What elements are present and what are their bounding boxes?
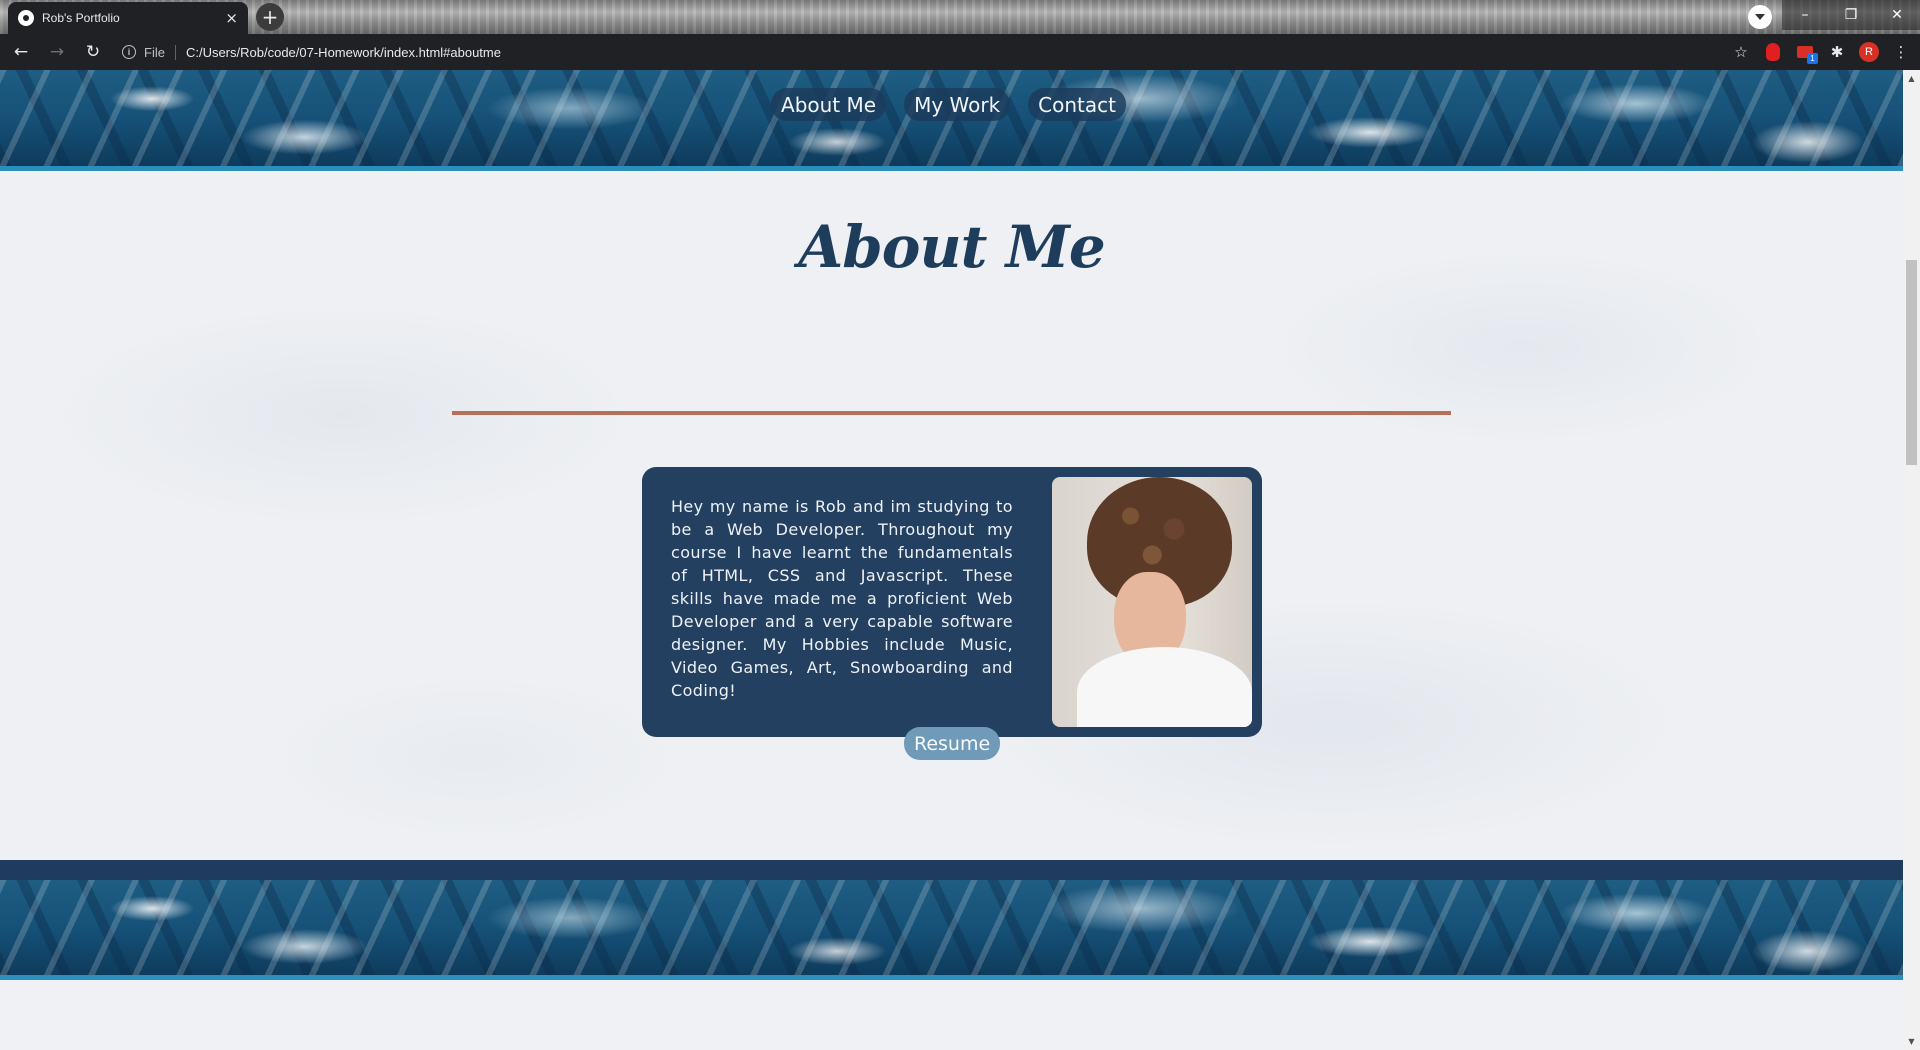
scroll-up-icon[interactable]: ▲: [1903, 70, 1920, 87]
address-bar[interactable]: i File C:/Users/Rob/code/07-Homework/ind…: [122, 38, 1725, 66]
url-text[interactable]: C:/Users/Rob/code/07-Homework/index.html…: [186, 45, 501, 60]
about-title: About Me: [798, 213, 1106, 281]
about-card: Hey my name is Rob and im studying to be…: [642, 467, 1262, 737]
page-viewport: About Me My Work Contact About Me Hey my…: [0, 70, 1903, 1050]
page-bottom: [0, 985, 1903, 1050]
extension-red-icon[interactable]: [1762, 41, 1784, 63]
resume-button[interactable]: Resume: [904, 727, 1001, 760]
scroll-thumb[interactable]: [1906, 260, 1917, 465]
avatar: R: [1859, 42, 1879, 62]
nav-link-about-me[interactable]: About Me: [771, 88, 887, 121]
new-tab-button[interactable]: +: [256, 3, 284, 31]
extensions-puzzle-icon[interactable]: ✱: [1826, 41, 1848, 63]
favicon-icon: [18, 10, 34, 26]
back-button[interactable]: ←: [6, 37, 36, 67]
nav-link-my-work[interactable]: My Work: [904, 88, 1011, 121]
tab-title: Rob's Portfolio: [42, 11, 120, 25]
browser-tab[interactable]: Rob's Portfolio ×: [8, 2, 248, 34]
profile-avatar-button[interactable]: R: [1858, 41, 1880, 63]
scroll-down-icon[interactable]: ▼: [1903, 1033, 1920, 1050]
site-nav: About Me My Work Contact: [0, 88, 1903, 121]
extension-badge: 1: [1807, 53, 1818, 64]
browser-menu-icon[interactable]: ⋮: [1890, 41, 1912, 63]
reload-button[interactable]: ↻: [78, 37, 108, 67]
browser-toolbar: ← → ↻ i File C:/Users/Rob/code/07-Homewo…: [0, 34, 1920, 70]
tab-close-icon[interactable]: ×: [225, 9, 238, 27]
forward-button[interactable]: →: [42, 37, 72, 67]
profile-photo: [1052, 477, 1252, 727]
vertical-scrollbar[interactable]: ▲ ▼: [1903, 70, 1920, 1050]
browser-tabstrip: Rob's Portfolio × + – ❐ ✕: [0, 0, 1920, 34]
close-window-button[interactable]: ✕: [1874, 0, 1920, 30]
about-divider: [452, 411, 1451, 415]
tab-search-button[interactable]: [1748, 5, 1772, 29]
about-paragraph: Hey my name is Rob and im studying to be…: [671, 497, 1013, 700]
footer-band: [0, 860, 1903, 880]
site-header: About Me My Work Contact: [0, 70, 1903, 171]
minimize-button[interactable]: –: [1782, 0, 1828, 30]
bookmark-star-icon[interactable]: ☆: [1730, 41, 1752, 63]
restore-button[interactable]: ❐: [1828, 0, 1874, 30]
nav-link-contact[interactable]: Contact: [1028, 88, 1126, 121]
chevron-down-icon: [1755, 14, 1765, 20]
scheme-label: File: [144, 44, 176, 60]
info-icon[interactable]: i: [122, 45, 136, 59]
extension-flag-icon[interactable]: 1: [1794, 41, 1818, 64]
footer-waves: [0, 880, 1903, 980]
